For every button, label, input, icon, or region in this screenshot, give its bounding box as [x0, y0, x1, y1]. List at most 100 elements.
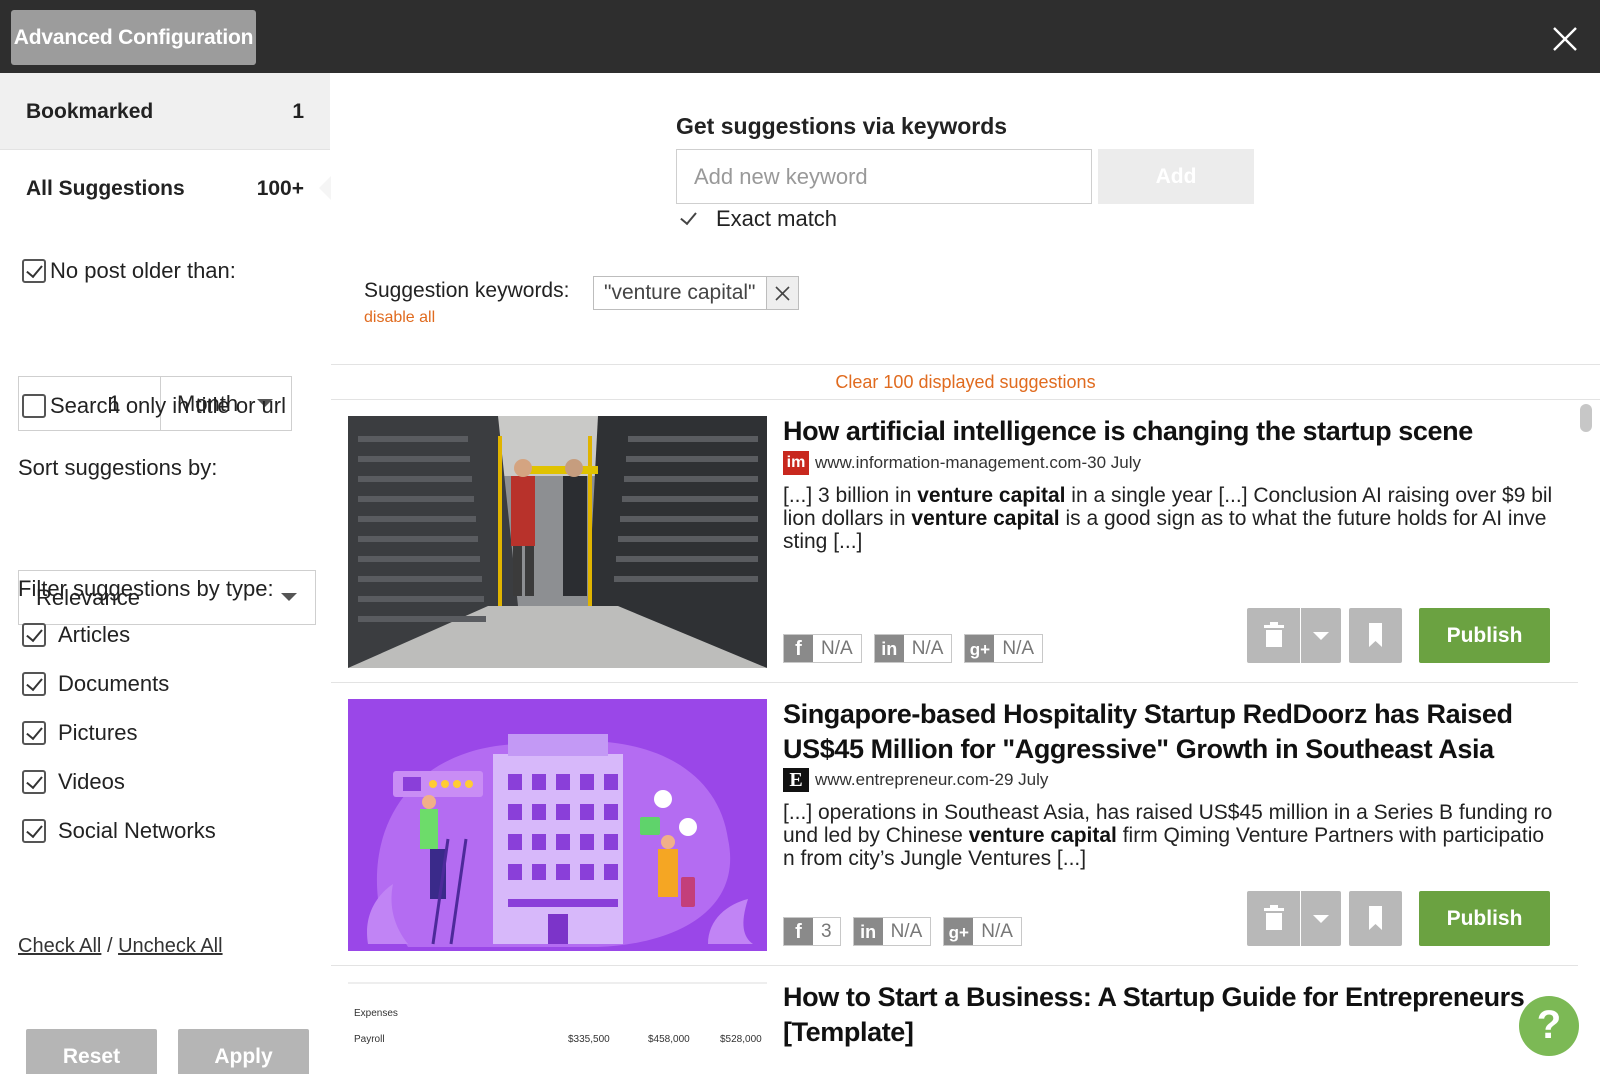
type-option-documents[interactable]: Documents [22, 671, 169, 697]
publish-button[interactable]: Publish [1419, 608, 1550, 663]
type-option-videos[interactable]: Videos [22, 769, 125, 795]
suggestion-title[interactable]: How artificial intelligence is changing … [783, 414, 1553, 449]
suggestion-thumbnail[interactable] [348, 699, 767, 951]
source-date: 30 July [1087, 453, 1141, 472]
type-option-articles[interactable]: Articles [22, 622, 130, 648]
age-filter-label: No post older than: [50, 258, 236, 283]
suggestion-title[interactable]: How to Start a Business: A Startup Guide… [783, 980, 1553, 1050]
videos-checkbox[interactable] [22, 770, 46, 794]
main-panel: Get suggestions via keywords Add new key… [331, 73, 1600, 1074]
delete-button[interactable] [1247, 608, 1300, 663]
close-icon [774, 286, 790, 301]
bookmark-icon [1369, 906, 1382, 930]
suggestion-source: E www.entrepreneur.com - 29 July [783, 768, 1048, 792]
check-all-link[interactable]: Check All [18, 935, 101, 957]
reset-button[interactable]: Reset [26, 1029, 157, 1074]
facebook-icon: f [784, 635, 813, 662]
bookmark-button[interactable] [1349, 608, 1402, 663]
check-links: Check All / Uncheck All [18, 935, 223, 958]
keyword-input[interactable]: Add new keyword [676, 149, 1092, 204]
linkedin-icon: in [874, 635, 904, 662]
linkedin-count: N/A [890, 921, 923, 942]
thumb-row-label: Expenses [354, 1008, 398, 1019]
more-options-button[interactable] [1301, 608, 1341, 663]
clear-suggestions-link[interactable]: Clear 100 displayed suggestions [331, 365, 1600, 399]
share-counts: f N/A in N/A g+ N/A [783, 634, 1044, 663]
suggestion-snippet: [...] operations in Southeast Asia, has … [783, 801, 1555, 870]
trash-icon [1264, 622, 1284, 647]
pictures-checkbox[interactable] [22, 721, 46, 745]
type-label: Videos [58, 769, 125, 794]
add-keyword-button[interactable]: Add [1098, 149, 1254, 204]
all-suggestions-label: All Suggestions [26, 177, 185, 200]
suggestion-title[interactable]: Singapore-based Hospitality Startup RedD… [783, 697, 1553, 767]
all-suggestions-count: 100+ [256, 177, 304, 200]
disable-all-link[interactable]: disable all [364, 309, 435, 327]
more-options-button[interactable] [1301, 891, 1341, 946]
exact-match-check-icon[interactable] [676, 207, 700, 231]
google-plus-count: N/A [981, 921, 1013, 942]
bookmark-icon [1369, 623, 1382, 647]
title-only-checkbox[interactable] [22, 394, 46, 418]
google-plus-icon: g+ [944, 918, 974, 945]
suggestion-snippet: [...] 3 billion in venture capital in a … [783, 484, 1555, 553]
google-plus-share: g+ N/A [964, 634, 1044, 663]
keyword-tag-text: "venture capital" [594, 277, 767, 309]
suggestion-thumbnail[interactable]: Expenses Payroll $335,500 $458,000 $528,… [348, 982, 767, 1074]
facebook-share: f3 [783, 917, 841, 946]
remove-keyword-button[interactable] [766, 277, 798, 309]
social-networks-checkbox[interactable] [22, 819, 46, 843]
sidebar-item-all-suggestions[interactable]: All Suggestions 100+ [0, 150, 331, 227]
thumb-cell: $335,500 [568, 1034, 610, 1045]
check-separator: / [106, 935, 113, 957]
exact-match-option[interactable]: Exact match [676, 206, 837, 232]
age-filter-option[interactable]: No post older than: [22, 258, 236, 284]
thumb-cell: $458,000 [648, 1034, 690, 1045]
age-filter-checkbox[interactable] [22, 259, 46, 283]
linkedin-icon: in [853, 918, 883, 945]
documents-checkbox[interactable] [22, 672, 46, 696]
facebook-share: f N/A [783, 634, 862, 663]
type-label: Social Networks [58, 818, 216, 843]
source-domain[interactable]: www.entrepreneur.com [815, 770, 989, 790]
sidebar: Bookmarked 1 All Suggestions 100+ No pos… [0, 73, 331, 1074]
suggestion-card: Expenses Payroll $335,500 $458,000 $528,… [331, 966, 1578, 1074]
chevron-down-icon [1313, 915, 1329, 923]
scrollbar-thumb[interactable] [1580, 404, 1592, 432]
google-plus-icon: g+ [965, 635, 995, 662]
apply-button[interactable]: Apply [178, 1029, 309, 1074]
bookmark-button[interactable] [1349, 891, 1402, 946]
facebook-count: N/A [821, 638, 853, 659]
delete-button[interactable] [1247, 891, 1300, 946]
hotel-illustration-image [348, 699, 767, 951]
sidebar-filters: No post older than: 1 Month Search only … [0, 227, 330, 1074]
advanced-configuration-button[interactable]: Advanced Configuration [11, 10, 256, 65]
sidebar-item-bookmarked[interactable]: Bookmarked 1 [0, 73, 330, 150]
title-only-option[interactable]: Search only in title or url [22, 393, 286, 419]
chevron-down-icon [281, 593, 297, 601]
type-label: Pictures [58, 720, 138, 745]
sort-label: Sort suggestions by: [18, 455, 218, 480]
source-domain[interactable]: www.information-management.com [815, 453, 1081, 473]
thumb-row-label: Payroll [354, 1034, 385, 1045]
help-chat-button[interactable]: ? [1519, 996, 1579, 1056]
trash-icon [1264, 905, 1284, 930]
articles-checkbox[interactable] [22, 623, 46, 647]
type-option-social-networks[interactable]: Social Networks [22, 818, 216, 844]
snippet-highlight: venture capital [911, 507, 1060, 530]
snippet-highlight: venture capital [968, 824, 1117, 847]
type-label: Articles [58, 622, 131, 647]
suggestion-card: Singapore-based Hospitality Startup RedD… [331, 683, 1578, 966]
linkedin-count: N/A [911, 638, 944, 659]
google-plus-count: N/A [1002, 638, 1035, 659]
suggestion-thumbnail[interactable] [348, 416, 767, 668]
snippet-highlight: venture capital [917, 484, 1066, 507]
exact-match-label: Exact match [716, 206, 838, 231]
close-icon[interactable] [1552, 26, 1578, 52]
keywords-title: Get suggestions via keywords [676, 113, 1008, 139]
publish-button[interactable]: Publish [1419, 891, 1550, 946]
uncheck-all-link[interactable]: Uncheck All [118, 935, 223, 957]
suggestion-source: im www.information-management.com - 30 J… [783, 451, 1141, 475]
type-option-pictures[interactable]: Pictures [22, 720, 137, 746]
type-label: Documents [58, 671, 170, 696]
